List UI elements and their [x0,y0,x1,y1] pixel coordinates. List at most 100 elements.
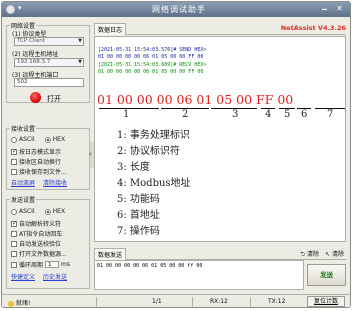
clear-all-label: 清除 [331,251,344,258]
receive-area[interactable]: [2021-05-31 15:54:03.576]# SEND HEX> 01 … [94,36,346,242]
at-return-option[interactable]: AT指令自动回车 [11,229,62,238]
clear-send-button[interactable]: ⮌ 清除 [300,249,319,260]
save-to-file-checkbox[interactable] [11,168,17,175]
segment-index: 3 [232,109,239,120]
segment-index: 6 [301,109,308,120]
auto-scroll-link[interactable]: 自动滚屏 [11,178,35,187]
connection-status-icon [30,92,41,103]
send-settings-legend: 发送设置 [11,197,36,204]
clear-all-icon: ↖ [325,251,331,258]
clear-receive-link[interactable]: 清除接收 [43,178,67,187]
open-button[interactable]: 打开 [30,91,70,105]
host-label: (2) 远程主机地址 [12,51,59,58]
chevron-down-icon: ▼ [78,59,82,65]
log-line: 01 00 00 00 00 06 01 05 00 00 FF 00 [98,69,204,75]
loop-period-unit: ms [61,261,70,268]
open-button-label: 打开 [47,95,61,103]
send-input[interactable]: 01 00 00 00 00 06 01 05 00 00 ff 00 [94,260,304,290]
auto-wrap-label: 接收区自动换行 [19,159,62,166]
loop-period-checkbox[interactable] [11,261,17,268]
system-menu-icon[interactable]: ▾ [18,4,22,12]
checksum-checkbox[interactable] [11,240,17,247]
send-links: 快捷定义 历史发送 [11,272,67,281]
minimize-button[interactable]: 🗕 [318,3,331,15]
segment-index: 2 [182,109,189,120]
log-line: [2021-05-31 15:54:03.576]# SEND HEX> [98,47,207,53]
field-legend-item: 3: 长度 [117,162,150,173]
loop-period-input[interactable]: 1 [45,261,60,268]
log-line: 01 00 00 00 00 06 01 05 00 00 FF 00 [98,54,204,60]
brand-version[interactable]: NetAssist V4.3.26 [281,24,346,32]
send-hex-radio[interactable] [44,208,51,215]
at-return-label: AT指令自动回车 [19,231,63,238]
host-value: 192.168.3.7 [17,59,51,65]
clear-send-label: 清除 [307,251,320,258]
frame-hex: 01 00 00 00 06 01 05 00 FF 00 [97,92,294,107]
status-ready: 就绪! [8,298,30,307]
protocol-value: TCP Client [17,38,45,44]
protocol-select[interactable]: TCP Client ▼ [14,37,84,46]
escape-parse-option[interactable]: 自动解析转义符 [11,219,61,228]
checksum-label: 自动发送校验位 [19,241,62,248]
log-line: [2021-05-31 15:54:03.609]# RECV HEX> [98,62,207,68]
checksum-option[interactable]: 自动发送校验位 [11,239,61,248]
file-source-option[interactable]: 打开文件数据源... [11,249,67,258]
lightbulb-icon [8,300,14,307]
segment-index: 7 [327,109,334,120]
clear-all-button[interactable]: ↖ 清除 [325,249,344,260]
tab-data-send[interactable]: 数据发送 [94,248,127,260]
field-legend-item: 5: 功能码 [117,194,160,205]
loop-period-label: 循环周期 [19,262,44,269]
receive-encoding: ASCII HEX [11,136,65,143]
status-ready-text: 就绪! [16,300,31,307]
reset-count-button[interactable]: 复位计数 [307,296,345,307]
receive-hex-label: HEX [52,136,66,143]
status-divider [250,297,251,307]
receive-hex-radio[interactable] [44,136,51,143]
app-window: ▾ 网络调试助手 🗕 ✕ 网络设置 (1) 协议类型 TCP Client ▼ … [1,1,351,308]
send-tools: ⮌ 清除 ↖ 清除 [300,249,344,260]
shortcut-link[interactable]: 快捷定义 [11,272,35,281]
auto-wrap-option[interactable]: 接收区自动换行 [11,157,61,166]
window-title: 网络调试助手 [152,5,206,14]
port-input[interactable]: 502 [14,78,84,87]
close-button[interactable]: ✕ [333,3,346,15]
field-legend-item: 2: 协议标识符 [117,146,180,157]
send-button[interactable]: 发送 [307,264,346,286]
receive-settings-legend: 接收设置 [11,126,36,133]
file-source-checkbox[interactable] [11,250,17,257]
host-select[interactable]: 192.168.3.7 ▼ [14,58,84,67]
send-encoding: ASCII HEX [11,208,65,215]
log-mode-label: 按日志模式显示 [19,149,62,156]
log-mode-checkbox[interactable] [11,148,17,155]
send-ascii-radio[interactable] [11,208,17,215]
field-legend-item: 7: 操作码 [117,226,160,237]
status-tx: TX:12 [268,298,286,305]
log-mode-option[interactable]: 按日志模式显示 [11,147,61,156]
tab-data-log[interactable]: 数据日志 [94,23,127,35]
field-legend-item: 6: 首地址 [117,210,160,221]
status-page: 1/1 [152,298,162,305]
auto-wrap-checkbox[interactable] [11,158,17,165]
at-return-checkbox[interactable] [11,230,17,237]
chevron-down-icon: ▼ [78,38,82,44]
save-to-file-option[interactable]: 接收保存到文件... [11,167,67,176]
receive-tabbar: 数据日志 NetAssist V4.3.26 [94,21,346,35]
segment-index: 4 [265,109,272,120]
status-rx: RX:12 [210,298,228,305]
status-bar: 就绪! 1/1 RX:12 TX:12 复位计数 [2,294,350,307]
status-divider [192,297,193,307]
send-ascii-label: ASCII [19,208,35,215]
receive-ascii-radio[interactable] [11,136,17,143]
loop-period-option: 循环周期 1 ms [11,260,70,269]
escape-parse-checkbox[interactable] [11,220,17,227]
field-legend-item: 1: 事务处理标识 [117,130,190,141]
segment-index: 1 [123,109,130,120]
field-legend-item: 4: Modbus地址 [117,178,191,189]
receive-ascii-label: ASCII [19,136,35,143]
history-link[interactable]: 历史发送 [43,272,67,281]
settings-panel: 网络设置 (1) 协议类型 TCP Client ▼ (2) 远程主机地址 19… [6,21,90,289]
title-bar: ▾ 网络调试助手 🗕 ✕ [2,2,350,17]
app-icon[interactable] [6,5,15,14]
escape-parse-label: 自动解析转义符 [19,221,62,228]
